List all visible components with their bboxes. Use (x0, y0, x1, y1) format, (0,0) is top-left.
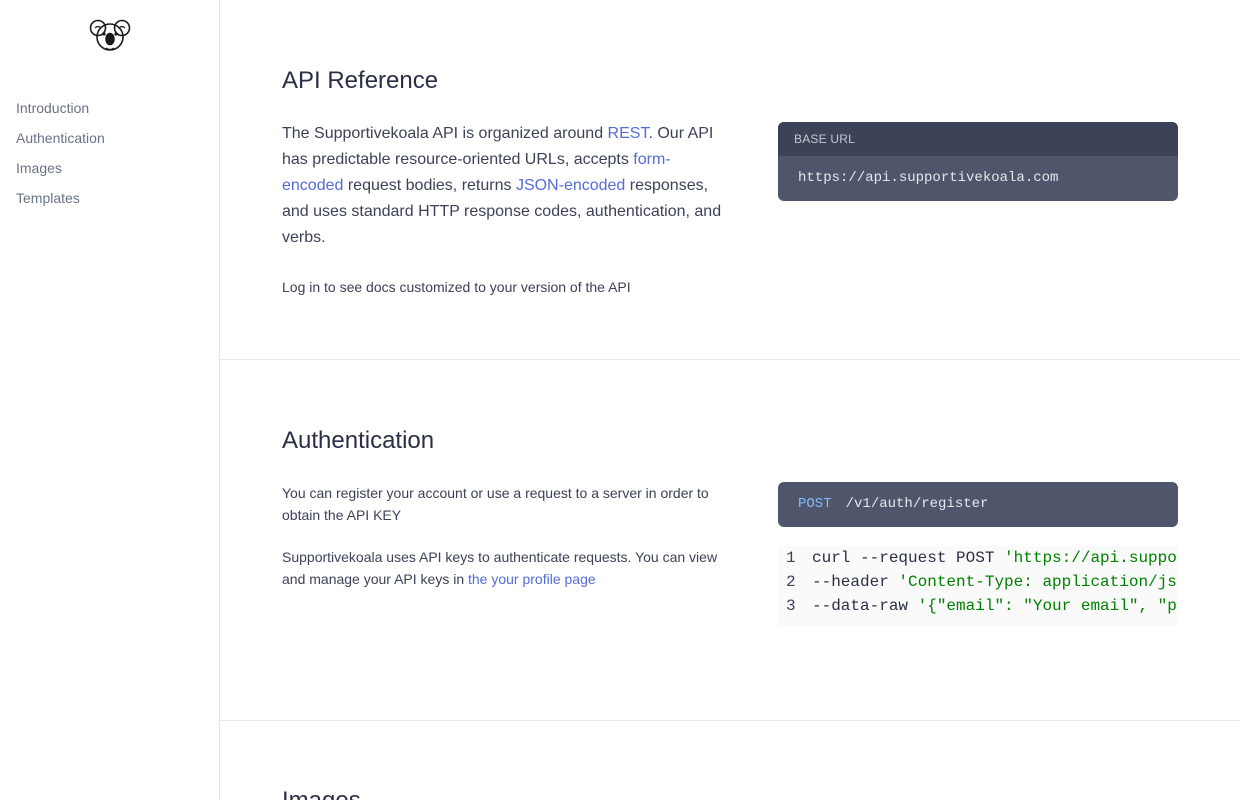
line-number: 2 (786, 573, 796, 591)
code-block[interactable]: 1 curl --request POST 'https://api.suppor… (778, 546, 1178, 626)
sidebar-item-images[interactable]: Images (16, 157, 105, 187)
code-line: 1 curl --request POST 'https://api.suppor… (786, 546, 1178, 570)
code-string: '{"email": "Your email", "password": "Yo… (917, 597, 1178, 615)
koala-logo-icon[interactable] (89, 18, 131, 54)
base-url-label: BASE URL (778, 122, 1178, 156)
endpoint-path: /v1/auth/register (845, 496, 989, 512)
base-url-card: BASE URL https://api.supportivekoala.com (778, 122, 1178, 201)
code-command: curl --request POST (812, 549, 1005, 567)
auth-api-keys-paragraph: Supportivekoala uses API keys to authent… (282, 546, 722, 590)
code-command: --data-raw (812, 597, 918, 615)
images-title: Images (282, 787, 361, 800)
rest-link[interactable]: REST (608, 125, 649, 142)
sidebar-item-templates[interactable]: Templates (16, 187, 105, 217)
sidebar-item-authentication[interactable]: Authentication (16, 127, 105, 157)
code-string: 'Content-Type: application/json' \ (898, 573, 1178, 591)
login-note: Log in to see docs customized to your ve… (282, 279, 631, 295)
main-content: API Reference The Supportivekoala API is… (220, 0, 1240, 800)
line-number: 1 (786, 549, 796, 567)
base-url-value[interactable]: https://api.supportivekoala.com (778, 156, 1178, 201)
api-intro-paragraph: The Supportivekoala API is organized aro… (282, 121, 722, 251)
code-string: 'https://api.supportivekoala.com/v1/auth… (1004, 549, 1178, 567)
auth-register-paragraph: You can register your account or use a r… (282, 485, 709, 523)
authentication-title: Authentication (282, 427, 435, 454)
api-intro-text-1: The Supportivekoala API is organized aro… (282, 125, 608, 142)
code-line: 2 --header 'Content-Type: application/jso… (786, 570, 1178, 594)
code-line: 3 --data-raw '{"email": "Your email", "pa… (786, 594, 1178, 618)
sidebar: Introduction Authentication Images Templ… (0, 0, 220, 800)
api-reference-title: API Reference (282, 67, 439, 94)
images-section: Images (220, 721, 1240, 800)
sidebar-item-introduction[interactable]: Introduction (16, 97, 105, 127)
line-number: 3 (786, 597, 796, 615)
code-command: --header (812, 573, 899, 591)
http-method-badge: POST (798, 496, 832, 512)
authentication-section: Authentication You can register your acc… (220, 360, 1240, 721)
profile-page-link[interactable]: the your profile page (468, 571, 596, 587)
api-reference-section: API Reference The Supportivekoala API is… (220, 0, 1240, 360)
endpoint-bar: POST/v1/auth/register (778, 482, 1178, 527)
json-encoded-link[interactable]: JSON-encoded (516, 177, 625, 194)
sidebar-nav: Introduction Authentication Images Templ… (16, 97, 105, 217)
api-intro-text-3: request bodies, returns (343, 177, 516, 194)
